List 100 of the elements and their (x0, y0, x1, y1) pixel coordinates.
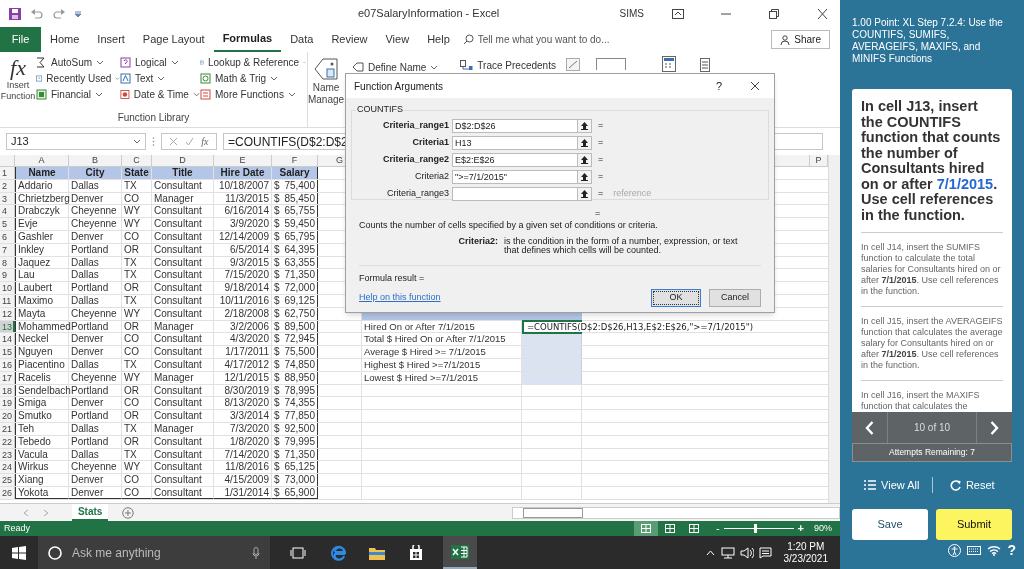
view-all-button[interactable]: View All (852, 476, 933, 494)
function-description: Counts the number of cells specified by a given set of conditions or criteria. (359, 220, 659, 231)
ribbon-tab[interactable]: File (0, 27, 41, 52)
ribbon-menu-button[interactable]: Logical (120, 56, 200, 69)
collapse-dialog-button[interactable] (578, 153, 592, 167)
search-input[interactable]: Ask me anything (72, 543, 242, 562)
scroll-thumb[interactable] (523, 507, 583, 518)
horizontal-scrollbar[interactable] (512, 506, 840, 519)
browser-icon[interactable] (331, 544, 347, 561)
ribbon-menu-button[interactable]: Math & Trig (200, 72, 306, 85)
remove-arrows-icon[interactable] (565, 58, 580, 71)
dialog-button[interactable]: OK (651, 288, 701, 307)
zoom-out-button[interactable]: - (715, 520, 720, 537)
row-header[interactable]: 9 (0, 269, 15, 282)
zoom-slider[interactable] (723, 524, 794, 533)
chat-icon[interactable] (758, 546, 772, 559)
close-icon[interactable] (816, 8, 828, 19)
ribbon-tab[interactable]: Review (322, 27, 377, 52)
ribbon-tab[interactable]: View (376, 27, 419, 52)
row-header[interactable]: 15 (0, 346, 15, 358)
argument-field[interactable] (452, 187, 578, 201)
ribbon-menu-button[interactable]: Recently Used (36, 72, 120, 85)
ribbon-tab[interactable]: Home (41, 27, 89, 52)
submit-button[interactable]: Submit (936, 509, 1012, 540)
normal-view-icon[interactable] (633, 521, 658, 536)
help-button[interactable]: ? (1007, 540, 1016, 561)
row-header[interactable]: 20 (0, 410, 15, 422)
ribbon-tab[interactable]: Help (418, 27, 459, 52)
ribbon-menu-button[interactable]: Financial (36, 88, 120, 101)
insert-function-button[interactable]: fx Insert Function (0, 56, 36, 110)
scrollbar[interactable] (828, 155, 840, 503)
name-box[interactable]: J13 (6, 133, 146, 150)
slider-thumb[interactable] (753, 524, 757, 533)
currency-sign: $ (274, 448, 280, 461)
accessibility-icon[interactable] (948, 544, 962, 557)
add-sheet-icon[interactable] (122, 506, 135, 519)
taskbar-search-field[interactable]: Ask me anything (38, 536, 270, 569)
argument-field[interactable]: H13 (452, 136, 578, 150)
customize-icon[interactable] (74, 9, 82, 18)
name-manager-button[interactable]: Name Manage (308, 52, 344, 127)
table-cell: OR (122, 282, 152, 294)
undo-icon[interactable] (30, 7, 44, 20)
wifi-icon[interactable] (987, 545, 1002, 556)
circle-icon (200, 73, 211, 84)
sheet-tab[interactable]: Stats (71, 504, 109, 521)
save-icon[interactable] (8, 6, 22, 21)
ribbon-tab[interactable]: Page Layout (133, 27, 214, 52)
help-button[interactable]: ? (715, 77, 722, 95)
collapse-dialog-button[interactable] (578, 187, 592, 201)
calculator-icon[interactable] (699, 58, 710, 72)
windows-icon[interactable] (12, 545, 26, 560)
ribbon-menu-button[interactable]: AutoSum (36, 56, 120, 69)
trace-precedents-button[interactable]: Trace Precedents (460, 58, 556, 72)
formula-text: =COUNTIFS(D$2:D$26,H13,E$2:E$26,">=7/1/2015") (526, 321, 754, 332)
tell-me-field[interactable]: Tell me what you want to do... (477, 32, 628, 47)
ribbon-menu-button[interactable]: Date & Time (120, 88, 200, 101)
ribbon-menu-button[interactable]: More Functions (200, 88, 306, 101)
row-header[interactable]: 24 (0, 461, 15, 474)
ribbon-menu-button[interactable]: Lookup & Reference (200, 56, 306, 69)
collapse-dialog-button[interactable] (578, 119, 592, 133)
chevron-up-icon[interactable] (705, 549, 715, 556)
dialog-button[interactable]: Cancel (709, 288, 761, 307)
close-icon[interactable] (750, 81, 760, 91)
argument-field[interactable]: D$2:D$26 (452, 119, 578, 133)
row-header[interactable]: 10 (0, 282, 15, 294)
restore-icon[interactable] (768, 8, 780, 19)
exercise-title: 1.00 Point: XL Step 7.2.4: Use the COUNTIFS, SUMIFS, AVERAGEIFS, MAXIFS, and MINIFS Functions (852, 17, 1004, 65)
currency-sign: $ (274, 333, 280, 346)
insert-function-button[interactable]: fx (201, 134, 209, 149)
share-button[interactable]: Share (771, 30, 830, 49)
row-header[interactable]: 14 (0, 333, 15, 346)
row-header[interactable]: 25 (0, 474, 15, 486)
redo-icon[interactable] (52, 7, 66, 20)
table-cell: OR (122, 410, 152, 422)
zoom-in-button[interactable]: + (797, 520, 804, 537)
collapse-dialog-button[interactable] (578, 136, 592, 150)
store-icon[interactable] (409, 545, 423, 560)
save-button[interactable]: Save (852, 509, 928, 540)
ribbon-tab[interactable]: Data (281, 27, 323, 52)
row-header[interactable]: 4 (0, 205, 15, 218)
speaker-icon[interactable] (739, 546, 754, 559)
reset-button[interactable]: Reset (932, 476, 1012, 494)
table-cell: Consultant (152, 384, 214, 397)
row-header[interactable]: 19 (0, 397, 15, 410)
ribbon-menu-button[interactable]: Text (120, 72, 200, 85)
define-name-button[interactable]: Define Name (352, 60, 439, 74)
calculator-icon[interactable] (661, 56, 676, 72)
taskbar-app[interactable] (443, 536, 477, 569)
argument-field[interactable]: ">=7/1/2015" (452, 170, 578, 184)
help-link[interactable]: Help on this function (359, 290, 441, 305)
task-view-icon[interactable] (290, 546, 306, 559)
argument-field[interactable]: E$2:E$26 (452, 153, 578, 167)
collapse-dialog-button[interactable] (578, 170, 592, 184)
keyboard-icon[interactable] (967, 546, 982, 555)
folder-icon[interactable] (369, 545, 385, 560)
ribbon-display-icon[interactable] (672, 8, 684, 19)
network-icon[interactable] (720, 546, 735, 559)
row-header[interactable]: 1 (0, 167, 15, 179)
row-header[interactable]: 5 (0, 218, 15, 230)
ribbon-tab[interactable]: Insert (88, 27, 134, 52)
